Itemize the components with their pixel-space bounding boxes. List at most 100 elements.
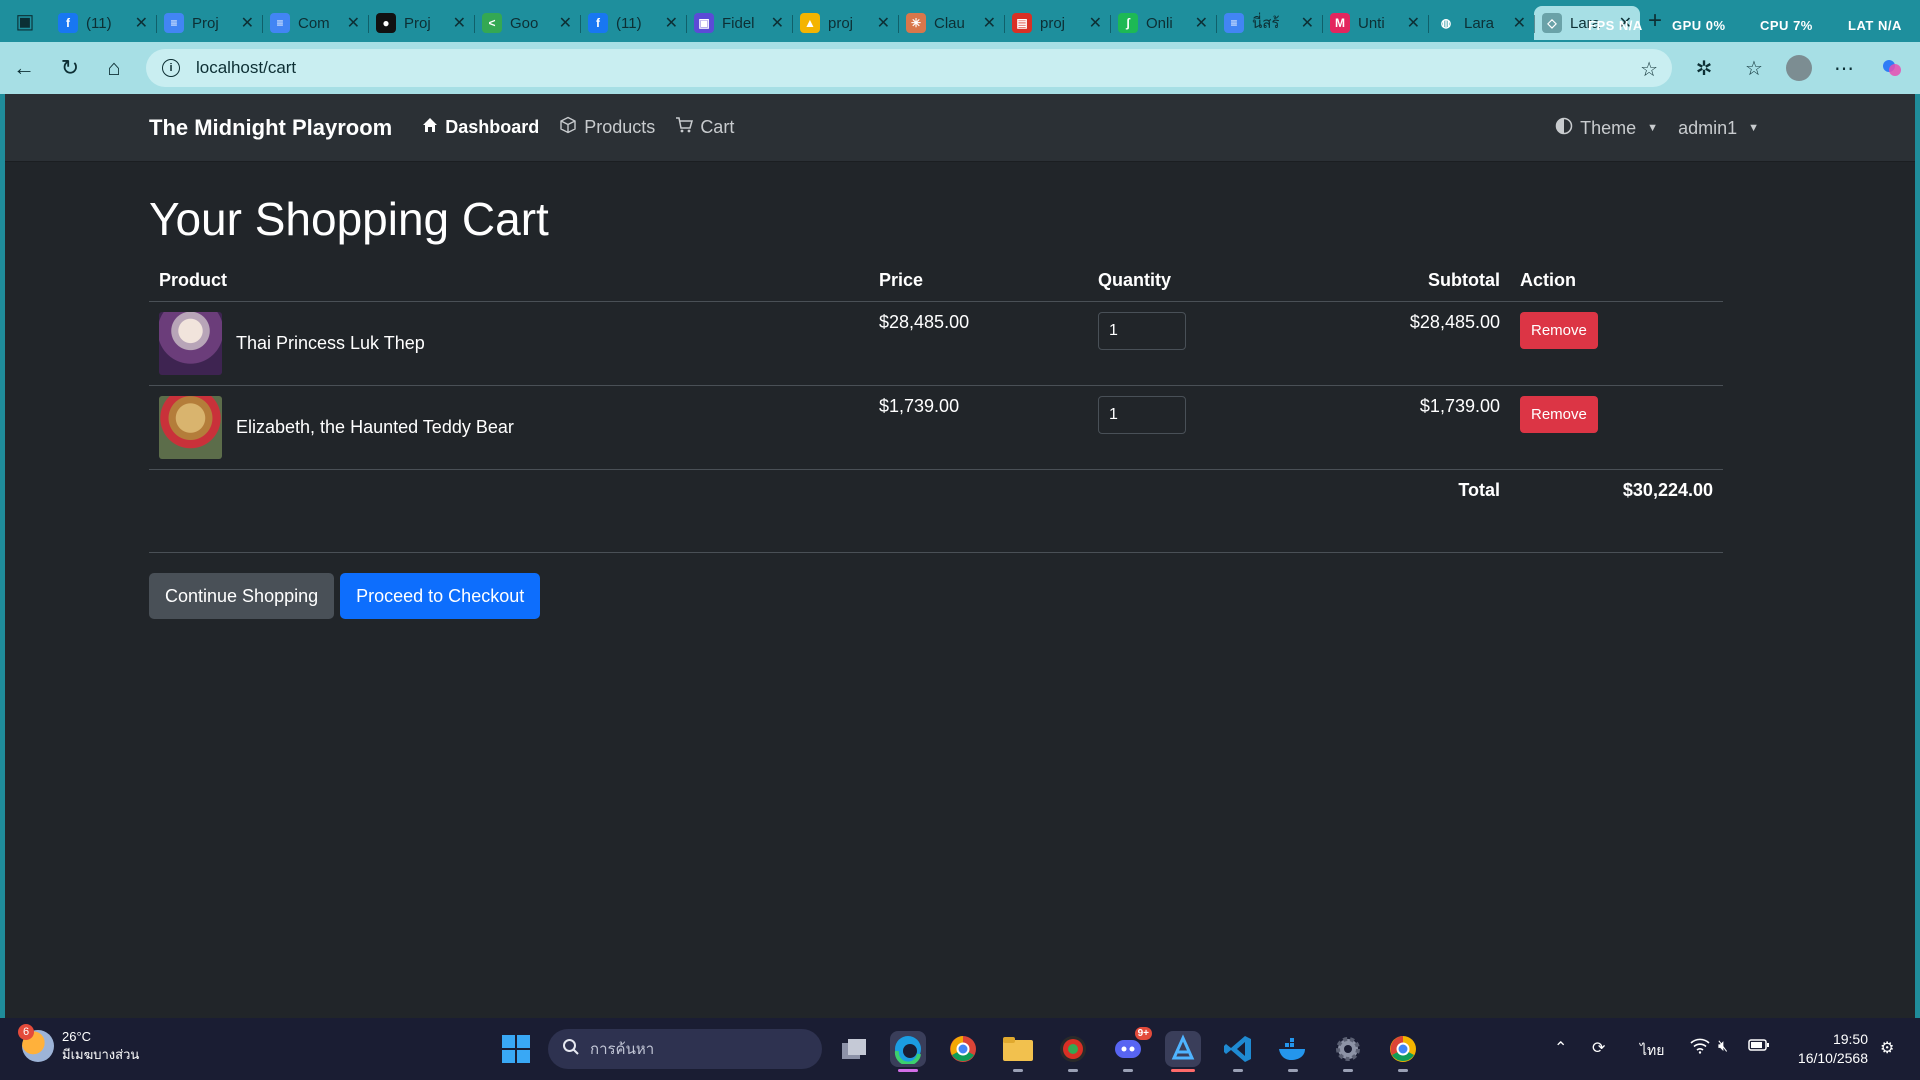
extensions-icon[interactable]: ✲ xyxy=(1688,52,1720,84)
total-label: Total xyxy=(1228,469,1510,553)
windows-start-icon[interactable] xyxy=(502,1035,530,1063)
browser-tab[interactable]: ▤ proj ✕ xyxy=(1004,6,1110,40)
checkout-button[interactable]: Proceed to Checkout xyxy=(340,573,541,619)
table-row: Thai Princess Luk Thep $28,485.00 $28,48… xyxy=(149,301,1723,386)
navbar-right: Theme ▼ admin1 ▼ xyxy=(1555,94,1759,162)
close-tab-icon[interactable]: ✕ xyxy=(1407,13,1420,33)
close-tab-icon[interactable]: ✕ xyxy=(983,13,996,33)
theme-dropdown[interactable]: Theme ▼ xyxy=(1555,117,1658,140)
nav-dashboard[interactable]: Dashboard xyxy=(422,117,539,138)
browser-tab[interactable]: ≡ Proj ✕ xyxy=(156,6,262,40)
tab-title: proj xyxy=(828,14,854,32)
file-explorer-icon[interactable] xyxy=(1000,1031,1036,1072)
copilot-icon[interactable] xyxy=(1876,52,1908,84)
edge-taskbar-icon[interactable] xyxy=(890,1031,926,1072)
continue-shopping-button[interactable]: Continue Shopping xyxy=(149,573,335,619)
weather-widget[interactable]: 6 26°C มีเมฆบางส่วน xyxy=(18,1024,139,1064)
weather-badge: 6 xyxy=(18,1024,34,1040)
quantity-input[interactable] xyxy=(1098,312,1186,350)
header-price: Price xyxy=(869,260,1088,302)
browser-tab[interactable]: f (11) ✕ xyxy=(580,6,686,40)
close-tab-icon[interactable]: ✕ xyxy=(1089,13,1102,33)
profile-avatar[interactable] xyxy=(1786,55,1812,81)
browser-tab[interactable]: M Unti ✕ xyxy=(1322,6,1428,40)
close-tab-icon[interactable]: ✕ xyxy=(241,13,254,33)
docs-icon: ≡ xyxy=(270,13,290,33)
tab-title: Lara xyxy=(1464,14,1495,32)
product-thumbnail xyxy=(159,312,222,375)
close-tab-icon[interactable]: ✕ xyxy=(1195,13,1208,33)
app-taskbar-icon-active[interactable] xyxy=(1165,1031,1201,1072)
product-price: $1,739.00 xyxy=(869,385,1088,470)
close-tab-icon[interactable]: ✕ xyxy=(453,13,466,33)
task-view-icon[interactable] xyxy=(836,1031,872,1067)
close-tab-icon[interactable]: ✕ xyxy=(665,13,678,33)
windows-taskbar: 6 26°C มีเมฆบางส่วน การค้นหา 9+ ⌃ ⟳ ไทย … xyxy=(0,1018,1920,1080)
browser-tab[interactable]: ≡ Com ✕ xyxy=(262,6,368,40)
more-menu-icon[interactable]: ⋯ xyxy=(1828,52,1860,84)
url-text[interactable]: localhost/cart xyxy=(196,58,296,78)
nav-products[interactable]: Products xyxy=(559,116,655,139)
close-tab-icon[interactable]: ✕ xyxy=(559,13,572,33)
site-navbar: The Midnight Playroom Dashboard Products… xyxy=(5,94,1915,162)
tab-title: Proj xyxy=(192,14,219,32)
system-clock[interactable]: 19:50 16/10/2568 xyxy=(1798,1030,1868,1068)
browser-tab[interactable]: ʃ Onli ✕ xyxy=(1110,6,1216,40)
favorites-icon[interactable]: ☆ xyxy=(1738,52,1770,84)
settings-gear-icon[interactable] xyxy=(1330,1031,1366,1072)
google-icon: < xyxy=(482,13,502,33)
browser-tab[interactable]: ● Proj ✕ xyxy=(368,6,474,40)
browser-tab[interactable]: ✳ Clau ✕ xyxy=(898,6,1004,40)
url-field[interactable]: i localhost/cart ☆ xyxy=(146,49,1672,87)
remove-button[interactable]: Remove xyxy=(1520,312,1598,349)
reload-icon[interactable]: ↻ xyxy=(48,46,92,90)
user-dropdown[interactable]: admin1 ▼ xyxy=(1678,118,1759,139)
browser-tab[interactable]: ▣ Fidel ✕ xyxy=(686,6,792,40)
facebook-icon: f xyxy=(58,13,78,33)
docker-taskbar-icon[interactable] xyxy=(1275,1031,1311,1072)
vscode-taskbar-icon[interactable] xyxy=(1220,1031,1256,1072)
tab-title: นี่สร้ xyxy=(1252,15,1280,32)
browser-tab[interactable]: f (11) ✕ xyxy=(50,6,156,40)
browser-tab[interactable]: ≡ นี่สร้ ✕ xyxy=(1216,6,1322,40)
remove-button[interactable]: Remove xyxy=(1520,396,1598,433)
search-placeholder: การค้นหา xyxy=(590,1041,655,1058)
close-tab-icon[interactable]: ✕ xyxy=(1513,13,1526,33)
browser-tab[interactable]: < Goo ✕ xyxy=(474,6,580,40)
home-icon[interactable]: ⌂ xyxy=(92,46,136,90)
close-tab-icon[interactable]: ✕ xyxy=(771,13,784,33)
nav-cart[interactable]: Cart xyxy=(675,116,734,139)
total-row: Total $30,224.00 xyxy=(149,469,1723,553)
close-tab-icon[interactable]: ✕ xyxy=(347,13,360,33)
close-tab-icon[interactable]: ✕ xyxy=(877,13,890,33)
site-info-icon[interactable]: i xyxy=(162,59,180,77)
main-content: Your Shopping Cart Product Price Quantit… xyxy=(149,162,1773,619)
discord-badge: 9+ xyxy=(1134,1027,1152,1040)
chrome-taskbar-icon[interactable] xyxy=(945,1031,981,1067)
new-tab-icon[interactable]: + xyxy=(1640,7,1670,35)
chrome-profile-icon[interactable] xyxy=(1385,1031,1421,1072)
input-language[interactable]: ไทย xyxy=(1640,1040,1664,1062)
close-tab-icon[interactable]: ✕ xyxy=(135,13,148,33)
quantity-input[interactable] xyxy=(1098,396,1186,434)
wifi-icon[interactable] xyxy=(1690,1038,1710,1059)
favorite-star-icon[interactable]: ☆ xyxy=(1640,57,1658,82)
chrome-variant-icon[interactable] xyxy=(1055,1031,1091,1072)
close-tab-icon[interactable]: ✕ xyxy=(1301,13,1314,33)
sync-icon[interactable]: ⟳ xyxy=(1592,1038,1605,1058)
notifications-icon[interactable]: ⚙ xyxy=(1880,1038,1894,1058)
back-icon[interactable]: ← xyxy=(2,46,46,90)
volume-muted-icon[interactable]: 🔇︎ xyxy=(1718,1038,1728,1056)
battery-icon[interactable] xyxy=(1748,1038,1770,1057)
taskbar-search[interactable]: การค้นหา xyxy=(548,1029,822,1069)
browser-tab[interactable]: ▲ proj ✕ xyxy=(792,6,898,40)
discord-taskbar-icon[interactable]: 9+ xyxy=(1110,1027,1152,1072)
brand-link[interactable]: The Midnight Playroom xyxy=(149,115,392,141)
claude-icon: ✳ xyxy=(906,13,926,33)
tab-actions-icon[interactable]: ▣ xyxy=(0,0,50,42)
chevron-up-icon[interactable]: ⌃ xyxy=(1554,1038,1567,1058)
fps-readout: FPS N/A xyxy=(1588,18,1643,33)
cart-actions: Continue Shopping Proceed to Checkout xyxy=(149,573,1773,619)
browser-tab[interactable]: ◍ Lara ✕ xyxy=(1428,6,1534,40)
address-bar-row: ← ↻ ⌂ i localhost/cart ☆ ✲ ☆ ⋯ xyxy=(0,42,1920,94)
